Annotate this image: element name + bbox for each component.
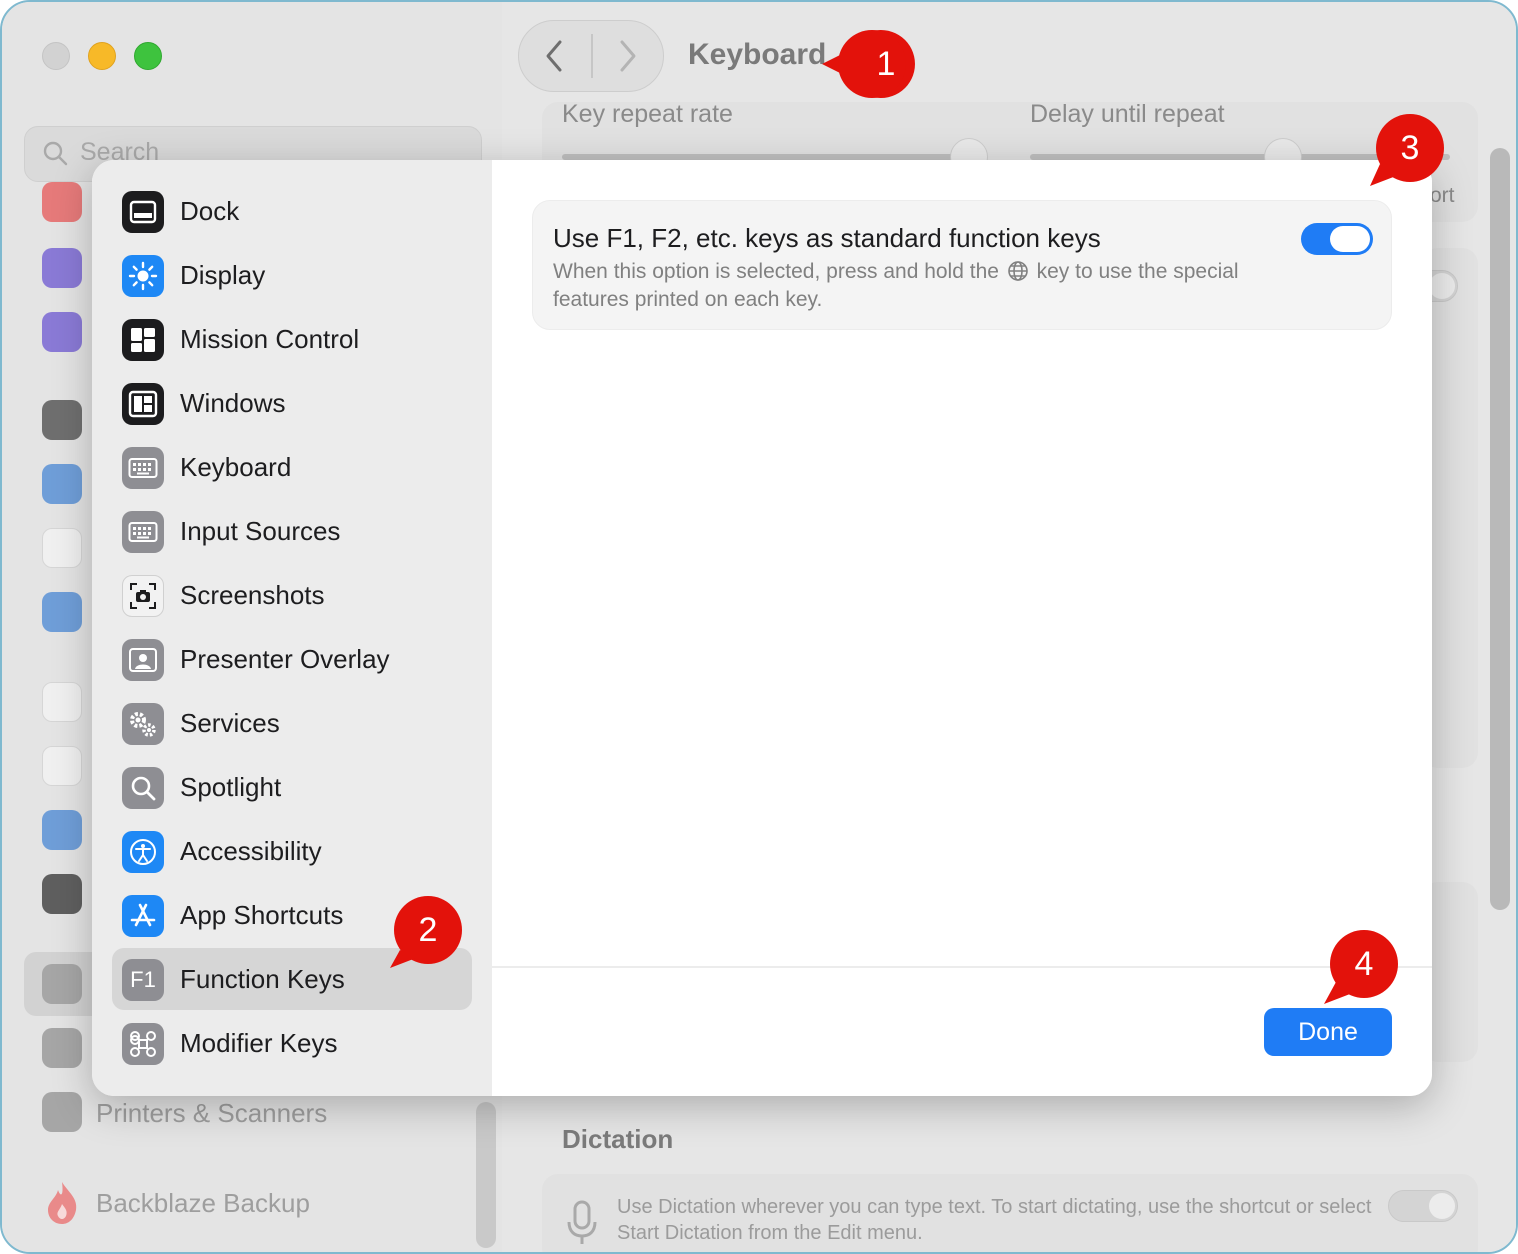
sidebar-item-modifier-keys[interactable]: Modifier Keys (112, 1012, 472, 1074)
person-icon (122, 639, 164, 681)
sheet-content: Use F1, F2, etc. keys as standard functi… (492, 160, 1432, 1096)
screen-time-icon (42, 312, 82, 352)
footer-divider (492, 966, 1432, 968)
callout-number: 1 (876, 44, 896, 83)
callout-3: 3 (1370, 112, 1446, 186)
icloud-icon (42, 746, 82, 786)
sidebar-item-windows[interactable]: Windows (112, 372, 472, 434)
callout-4: 4 (1324, 928, 1400, 1004)
backblaze-flame-icon (48, 1182, 77, 1224)
sidebar-item-label: Windows (180, 388, 286, 418)
wallet-icon (42, 874, 82, 914)
sidebar-item-label: Dock (180, 196, 240, 226)
keyboard-icon (122, 511, 164, 553)
windows-icon (122, 383, 164, 425)
sidebar-item-input-sources[interactable]: Input Sources (112, 500, 472, 562)
callout-number: 4 (1354, 944, 1374, 983)
sidebar-item-backblaze[interactable]: Backblaze Backup (96, 1188, 310, 1219)
sidebar-item-services[interactable]: Services (112, 692, 472, 754)
mission-control-icon (122, 319, 164, 361)
main-scrollbar[interactable] (1490, 148, 1510, 910)
sidebar-scrollbar[interactable] (476, 1102, 496, 1248)
sound-icon (42, 182, 82, 222)
partial-label: ort (1430, 184, 1455, 207)
sidebar-item-label: Function Keys (180, 964, 345, 994)
sidebar-item-label: Display (180, 260, 266, 290)
sidebar-item-label: Presenter Overlay (180, 644, 390, 674)
sidebar-item-label: Services (180, 708, 280, 738)
search-icon (43, 141, 68, 166)
window-title: Keyboard (688, 38, 827, 71)
callout-number: 2 (418, 910, 438, 949)
keyboard-icon (42, 964, 82, 1004)
printer-icon (42, 1092, 82, 1132)
microphone-icon (567, 1200, 597, 1244)
dictation-toggle[interactable] (1388, 1190, 1458, 1222)
focus-icon (42, 248, 82, 288)
dictation-heading: Dictation (562, 1124, 674, 1154)
sidebar-item-label: Screenshots (180, 580, 325, 610)
key-repeat-label: Key repeat rate (562, 100, 733, 128)
nav-divider (591, 34, 593, 78)
sidebar-item-display[interactable]: Display (112, 244, 472, 306)
sidebar-item-presenter-overlay[interactable]: Presenter Overlay (112, 628, 472, 690)
magnifier-icon (122, 767, 164, 809)
keyboard-icon (122, 447, 164, 489)
sun-icon (122, 255, 164, 297)
game-center-icon (42, 682, 82, 722)
sidebar-item-spotlight[interactable]: Spotlight (112, 756, 472, 818)
sidebar-item-label: App Shortcuts (180, 900, 344, 930)
dictation-description: Use Dictation wherever you can type text… (617, 1196, 1372, 1244)
sidebar-item-label: Modifier Keys (180, 1028, 338, 1058)
minimize-window-button[interactable] (88, 42, 116, 70)
globe-icon (1007, 261, 1028, 281)
app-store-icon (122, 895, 164, 937)
touch-id-icon (42, 528, 82, 568)
close-window-button[interactable] (42, 42, 70, 70)
sidebar-item-screenshots[interactable]: Screenshots (112, 564, 472, 626)
lock-icon (42, 400, 82, 440)
zoom-window-button[interactable] (134, 42, 162, 70)
function-keys-toggle[interactable] (1301, 223, 1373, 255)
gears-icon (122, 703, 164, 745)
sidebar-item-label: Input Sources (180, 516, 341, 546)
delay-label: Delay until repeat (1030, 100, 1225, 128)
callout-2: 2 (390, 894, 464, 968)
option-desc-part-1: When this option is selected, press and … (553, 260, 999, 283)
sidebar-item-accessibility[interactable]: Accessibility (112, 820, 472, 882)
callout-1: 1 (822, 28, 922, 100)
option-title: Use F1, F2, etc. keys as standard functi… (553, 223, 1101, 253)
users-icon (42, 592, 82, 632)
sidebar-item-printers[interactable]: Printers & Scanners (96, 1098, 327, 1129)
sidebar-item-label: Accessibility (180, 836, 322, 866)
trackpad-icon (42, 1028, 82, 1068)
f1-icon: F1 (122, 959, 164, 1001)
sidebar-item-dock[interactable]: Dock (112, 180, 472, 242)
system-settings-window: Search Printers & Scanners Backblaze Bac… (0, 0, 1518, 1254)
sidebar-item-label: Keyboard (180, 452, 292, 482)
done-button[interactable]: Done (1264, 1008, 1392, 1056)
function-keys-option-card: Use F1, F2, etc. keys as standard functi… (532, 200, 1392, 330)
sidebar-item-mission-control[interactable]: Mission Control (112, 308, 472, 370)
internet-accounts-icon (42, 810, 82, 850)
f1-icon-text: F1 (130, 967, 156, 992)
callout-number: 3 (1400, 128, 1420, 167)
accessibility-icon (122, 831, 164, 873)
sidebar-item-keyboard[interactable]: Keyboard (112, 436, 472, 498)
camera-icon (122, 575, 164, 617)
option-description: When this option is selected, press and … (553, 258, 1273, 314)
toggle-knob (1330, 226, 1370, 252)
back-chevron-icon[interactable] (538, 36, 572, 76)
command-icon (122, 1023, 164, 1065)
dock-icon (122, 191, 164, 233)
function-keys-sheet: Dock Display Mission Control Windows Key… (92, 160, 1432, 1096)
sidebar-item-label: Spotlight (180, 772, 282, 802)
forward-chevron-icon[interactable] (610, 36, 644, 76)
sidebar-item-label: Mission Control (180, 324, 360, 354)
privacy-hand-icon (42, 464, 82, 504)
